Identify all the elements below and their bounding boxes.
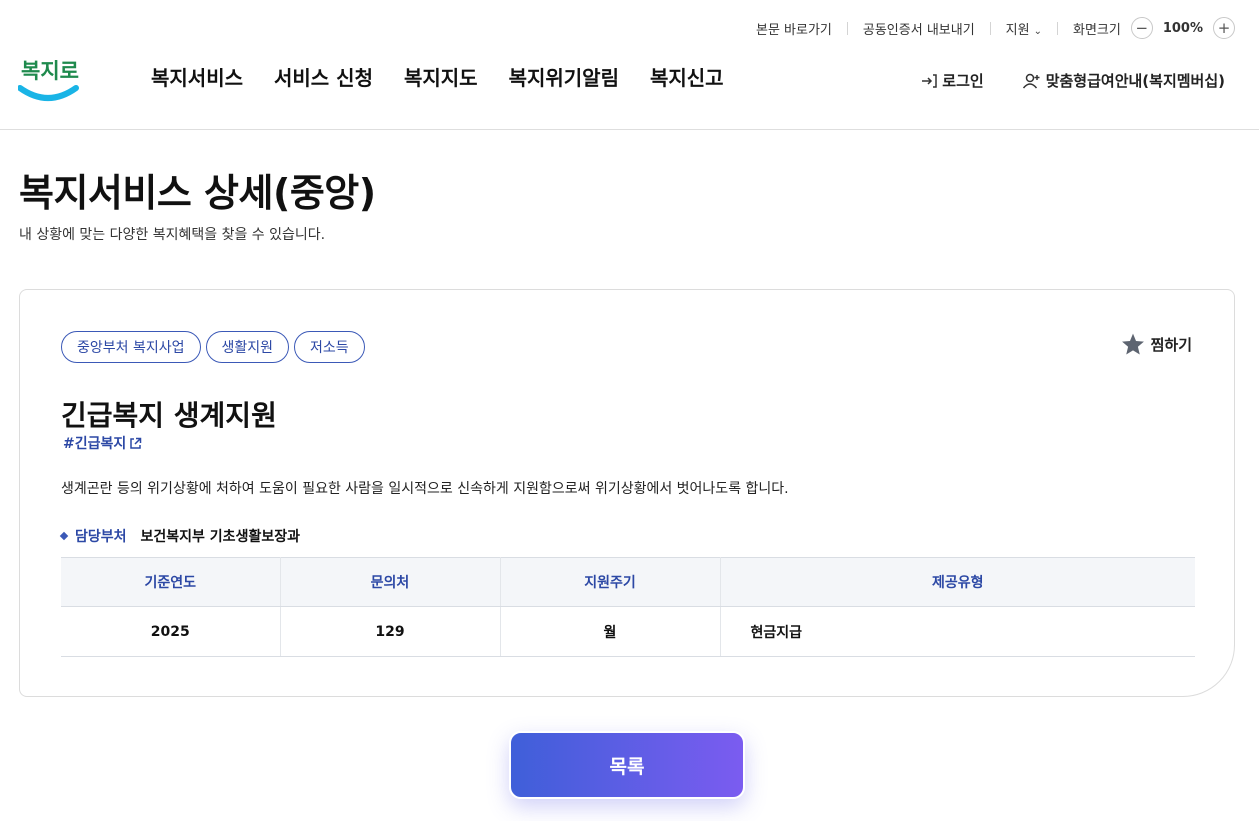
header-base-year: 기준연도 [61,557,281,607]
favorite-button[interactable]: 찜하기 [1120,332,1192,357]
cell-base-year: 2025 [61,606,281,657]
page-description: 내 상황에 맞는 다양한 복지혜택을 찾을 수 있습니다. [19,227,326,243]
service-detail-card: 중앙부처 복지사업 생활지원 저소득 찜하기 긴급복지 생계지원 #긴급복지 생… [19,289,1235,697]
service-title: 긴급복지 생계지원 [61,399,277,432]
login-label: 로그인 [942,72,984,90]
tag-low-income[interactable]: 저소득 [294,331,365,363]
header-actions: 로그인 맞춤형급여안내(복지멤버십) [920,70,1225,91]
divider [1056,21,1058,35]
membership-link[interactable]: 맞춤형급여안내(복지멤버십) [1022,70,1225,91]
department-value: 보건복지부 기초생활보장과 [140,529,300,545]
membership-label: 맞춤형급여안내(복지멤버십) [1045,72,1225,90]
support-label: 지원 [1005,22,1030,38]
cert-export-link[interactable]: 공동인증서 내보내기 [863,19,975,38]
zoom-value: 100% [1162,20,1203,36]
utility-bar: 본문 바로가기 공동인증서 내보내기 지원 ⌄ 화면크기 − 100% + [756,16,1235,40]
list-button[interactable]: 목록 [509,731,745,799]
bokjiro-logo-icon: 복지로 [17,59,79,101]
minus-icon: − [1135,19,1149,37]
favorite-label: 찜하기 [1150,336,1192,354]
page-title: 복지서비스 상세(중앙) [19,171,376,215]
nav-service-application[interactable]: 서비스 신청 [274,62,373,91]
support-dropdown[interactable]: 지원 ⌄ [1006,19,1042,38]
hashtag-label: #긴급복지 [63,436,127,452]
zoom-in-button[interactable]: + [1213,17,1235,39]
tag-central-ministry[interactable]: 중앙부처 복지사업 [61,331,201,363]
list-button-label: 목록 [609,755,645,778]
nav-welfare-report[interactable]: 복지신고 [650,62,724,91]
global-nav: 복지서비스 서비스 신청 복지지도 복지위기알림 복지신고 [151,62,755,91]
login-icon [922,73,938,88]
star-icon [1121,333,1144,355]
logo[interactable]: 복지로 [17,50,80,102]
header-provision-type: 제공유형 [720,557,1195,607]
service-info-table: 기준연도 문의처 지원주기 제공유형 2025 129 월 현금지급 [61,557,1195,657]
diamond-bullet-icon [59,531,69,541]
cell-provision-type: 현금지급 [720,606,1195,657]
hashtag-link[interactable]: #긴급복지 [63,433,142,453]
table-row: 2025 129 월 현금지급 [61,606,1195,657]
header-contact: 문의처 [280,557,501,607]
logo-text: 복지로 [21,59,79,83]
user-plus-icon [1022,73,1040,88]
nav-crisis-alert[interactable]: 복지위기알림 [509,62,619,91]
service-description: 생계곤란 등의 위기상황에 처하여 도움이 필요한 사람을 일시적으로 신속하게… [61,481,789,497]
external-link-icon [130,437,142,449]
divider [846,21,848,35]
header-divider [0,129,1259,130]
skip-to-content-link[interactable]: 본문 바로가기 [756,19,832,38]
table-header-row: 기준연도 문의처 지원주기 제공유형 [61,557,1195,607]
chevron-down-icon: ⌄ [1033,25,1042,37]
tag-list: 중앙부처 복지사업 생활지원 저소득 [61,331,370,363]
header-support-cycle: 지원주기 [500,557,721,607]
nav-welfare-services[interactable]: 복지서비스 [151,62,243,91]
nav-welfare-map[interactable]: 복지지도 [404,62,478,91]
login-link[interactable]: 로그인 [920,70,984,91]
plus-icon: + [1217,19,1231,37]
department-label: 담당부처 [75,529,127,545]
zoom-label: 화면크기 [1072,22,1121,38]
divider [989,21,991,35]
cell-support-cycle: 월 [500,606,721,657]
zoom-out-button[interactable]: − [1130,17,1153,39]
department-row: 담당부처 보건복지부 기초생활보장과 [59,526,300,546]
tag-living-support[interactable]: 생활지원 [205,331,290,363]
cell-contact: 129 [280,606,501,657]
